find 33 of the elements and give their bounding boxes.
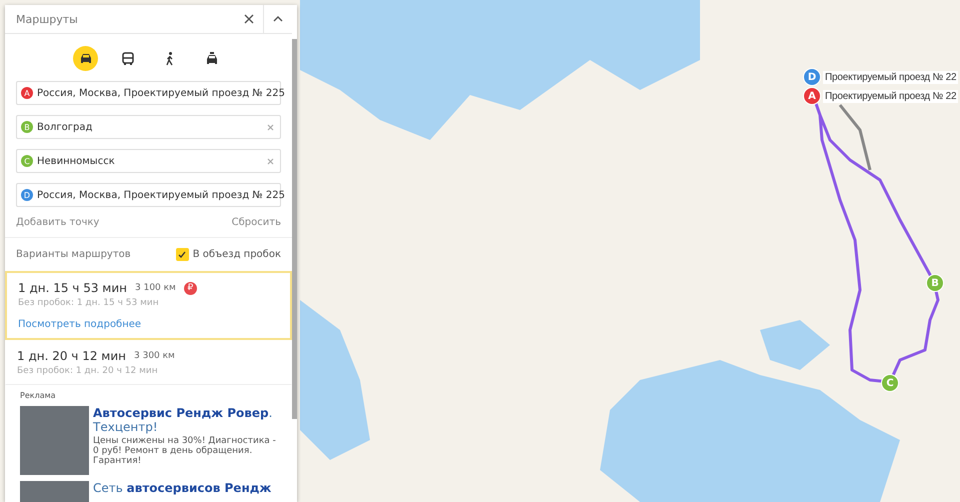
close-icon [244,14,254,24]
check-icon [178,250,186,258]
waypoint-marker: C [21,155,33,167]
route-distance: 3 100 км [135,283,176,293]
no-traffic-time: Без пробок: 1 дн. 20 ч 12 мин [17,366,159,376]
ad-label: Реклама [20,391,57,400]
chevron-up-icon [273,16,283,22]
bus-icon [120,50,136,66]
add-point-link[interactable]: Добавить точку [16,217,100,228]
ad-text: Цены снижены на 30%! Диагностика - 0 руб! Ремонт в день обращения. Гарантия! [93,436,277,466]
ad-title-link[interactable]: Сеть автосервисов Рендж [93,481,272,495]
waypoint-marker: A [21,87,33,99]
car-mode-button[interactable] [73,46,98,71]
route-distance: 3 300 км [134,351,175,361]
avoid-traffic-checkbox[interactable]: В объезд пробок [176,248,281,261]
pin-label: Проектируемый проезд № 22 [823,90,958,102]
waypoint-marker: D [21,189,33,201]
photo-placeholder [20,406,89,475]
route-option[interactable]: 1 дн. 15 ч 53 мин 3 100 км ₽ Без пробок: 1 дн. 15 ч 53 мин Посмотреть подробнее [5,271,292,340]
toll-badge: ₽ [184,282,197,294]
route-time: 1 дн. 15 ч 53 мин [18,281,127,295]
reset-link[interactable]: Сбросить [232,217,281,228]
no-traffic-time: Без пробок: 1 дн. 15 ч 53 мин [18,298,160,308]
panel-title: Маршруты [16,12,79,26]
ad-title-link[interactable]: Автосервис Рендж Ровер. Техцентр! [93,406,277,434]
details-link[interactable]: Посмотреть подробнее [18,319,279,330]
scrollbar[interactable] [292,39,297,419]
waypoint-field[interactable]: C Невинномысск [16,149,281,173]
variants-label: Варианты маршрутов [16,249,131,260]
waypoint-field[interactable]: B Волгоград [16,115,281,139]
route-time: 1 дн. 20 ч 12 мин [17,349,126,363]
waypoint-marker: B [21,121,33,133]
pin-label: Проектируемый проезд № 22 [823,70,958,84]
